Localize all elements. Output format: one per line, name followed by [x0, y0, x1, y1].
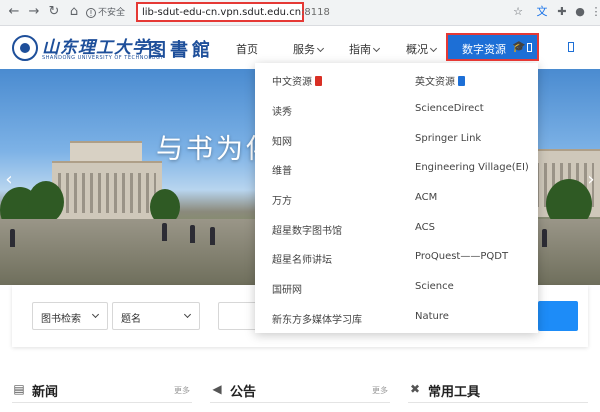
nav-overview[interactable]: 概况 [406, 41, 438, 57]
search-type-value: 图书检索 [41, 314, 81, 325]
carousel-next-icon[interactable]: › [584, 171, 598, 189]
search-input[interactable] [218, 302, 258, 330]
chevron-down-icon [91, 310, 100, 319]
security-warning[interactable]: ! 不安全 [86, 5, 125, 18]
book-blue-icon [458, 76, 465, 86]
url-host: lib-sdut-edu-cn.vpn.sdut.edu.cn [142, 7, 302, 18]
menu-item-sciencedirect[interactable]: ScienceDirect [415, 103, 484, 114]
chevron-down-icon [372, 44, 381, 53]
menu-item-vip[interactable]: 维普 [272, 162, 292, 177]
hero-building [52, 161, 162, 221]
menu-toggle-icon [527, 43, 532, 52]
menu-item-nature[interactable]: Nature [415, 311, 449, 322]
profile-icon[interactable]: ● [572, 4, 588, 20]
nav-overview-label: 概况 [406, 43, 428, 56]
menu-item-drcnet[interactable]: 国研网 [272, 281, 302, 296]
news-more-link[interactable]: 更多 [174, 385, 190, 396]
search-field-select[interactable]: 题名 [112, 302, 200, 330]
menu-item-duxiu[interactable]: 读秀 [272, 103, 292, 118]
nav-home[interactable]: 首页 [236, 41, 258, 57]
news-icon: ▤ [13, 382, 25, 396]
extensions-icon[interactable]: ✚ [554, 4, 570, 20]
menu-item-engineering-village[interactable]: Engineering Village(EI) [415, 162, 529, 173]
menu-item-science[interactable]: Science [415, 281, 454, 292]
section-news-title: 新闻 [32, 385, 59, 400]
url-port: :8118 [301, 7, 330, 18]
menu-item-superstar-lectures[interactable]: 超星名师讲坛 [272, 251, 332, 266]
search-button[interactable] [538, 301, 578, 331]
logo-english-name: SHANDONG UNIVERSITY OF TECHNOLOGY [42, 55, 164, 61]
hero-person [190, 225, 195, 243]
book-red-icon [315, 76, 322, 86]
nav-guide-label: 指南 [349, 43, 371, 56]
section-divider [408, 402, 588, 403]
nav-digital-resources[interactable]: 数字资源 🎓 [446, 33, 539, 61]
menu-item-acm[interactable]: ACM [415, 192, 437, 203]
search-toggle-icon[interactable] [568, 42, 574, 52]
hero-person [162, 223, 167, 241]
hero-person [542, 229, 547, 247]
back-icon[interactable]: ← [6, 4, 22, 20]
reload-icon[interactable]: ↻ [46, 4, 62, 20]
digital-resources-dropdown: 中文资源 读秀 知网 维普 万方 超星数字图书馆 超星名师讲坛 国研网 新东方多… [255, 63, 538, 333]
section-divider [12, 402, 192, 403]
hero-person [210, 227, 215, 245]
building-windows [58, 173, 156, 213]
bookmark-star-icon[interactable]: ☆ [510, 4, 526, 20]
carousel-prev-icon[interactable]: ‹ [2, 171, 16, 189]
nav-digital-label: 数字资源 [462, 43, 506, 56]
forward-icon[interactable]: → [26, 4, 42, 20]
menu-heading-english: 英文资源 [415, 73, 465, 88]
section-notice-title: 公告 [230, 385, 257, 400]
address-bar[interactable]: lib-sdut-edu-cn.vpn.sdut.edu.cn:8118 [136, 2, 330, 22]
home-icon[interactable]: ⌂ [66, 4, 82, 20]
nav-guide[interactable]: 指南 [349, 41, 381, 57]
tools-icon: ✖ [409, 382, 421, 396]
menu-item-wanfang[interactable]: 万方 [272, 192, 292, 207]
page: ← → ↻ ⌂ ! 不安全 lib-sdut-edu-cn.vpn.sdut.ed… [0, 0, 600, 412]
section-tools-title: 常用工具 [428, 385, 481, 400]
graduation-cap-icon: 🎓 [512, 40, 526, 53]
warning-icon: ! [86, 8, 96, 18]
hero-tree [28, 181, 64, 223]
menu-item-new-oriental[interactable]: 新东方多媒体学习库 [272, 311, 362, 326]
notice-more-link[interactable]: 更多 [372, 385, 388, 396]
hero-person [10, 229, 15, 247]
menu-heading-chinese: 中文资源 [272, 73, 322, 88]
logo-library-name: 图書館 [148, 40, 214, 61]
menu-item-proquest[interactable]: ProQuest——PQDT [415, 251, 508, 262]
address-url: lib-sdut-edu-cn.vpn.sdut.edu.cn:8118 [142, 7, 330, 18]
nav-service[interactable]: 服务 [293, 41, 325, 57]
menu-item-springer-link[interactable]: Springer Link [415, 133, 481, 144]
chevron-down-icon [316, 44, 325, 53]
chevron-down-icon [183, 310, 192, 319]
menu-item-superstar-library[interactable]: 超星数字图书馆 [272, 222, 342, 237]
section-divider [210, 402, 390, 403]
not-secure-label: 不安全 [98, 8, 126, 18]
menu-heading-chinese-label: 中文资源 [272, 77, 312, 88]
more-menu-icon[interactable]: ⋮ [588, 4, 600, 20]
nav-service-label: 服务 [293, 43, 315, 56]
menu-heading-english-label: 英文资源 [415, 77, 455, 88]
megaphone-icon: ◀ [212, 382, 222, 396]
search-field-value: 题名 [121, 314, 141, 325]
menu-item-cnki[interactable]: 知网 [272, 133, 292, 148]
translate-icon[interactable]: 文 [534, 4, 550, 20]
browser-toolbar: ← → ↻ ⌂ ! 不安全 lib-sdut-edu-cn.vpn.sdut.ed… [0, 0, 600, 26]
chevron-down-icon [429, 44, 438, 53]
menu-item-acs[interactable]: ACS [415, 222, 435, 233]
university-logo-icon[interactable] [12, 35, 38, 61]
search-type-select[interactable]: 图书检索 [32, 302, 108, 330]
